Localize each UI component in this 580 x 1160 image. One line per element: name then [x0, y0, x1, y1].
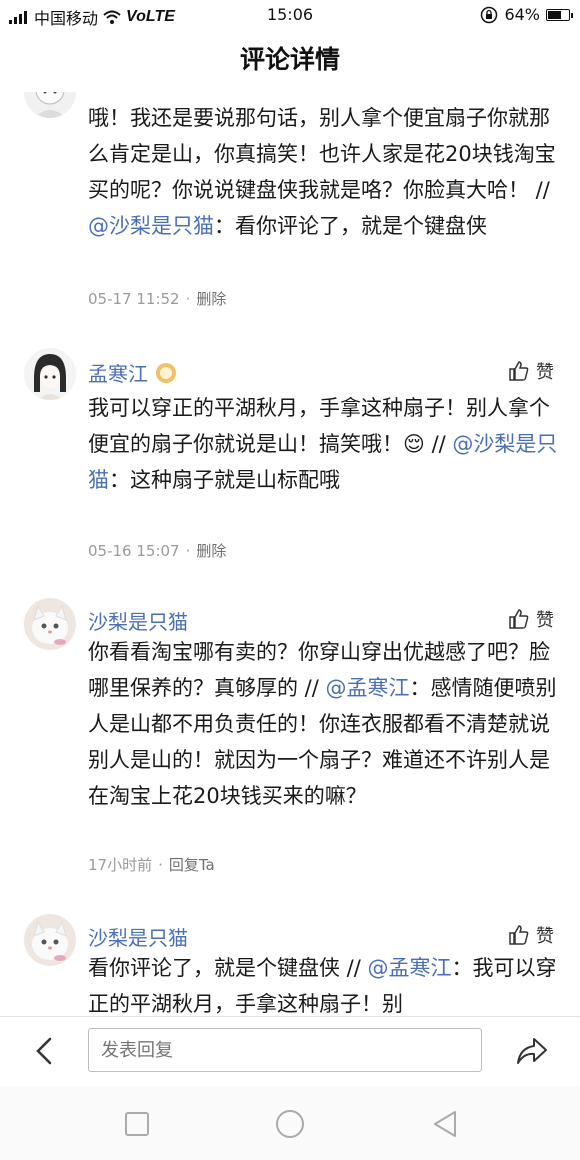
comment-author[interactable]: 孟寒江	[88, 358, 176, 387]
status-bar: 中国移动 VoLTE 15:06 64%	[0, 0, 580, 30]
reply-bar	[0, 1016, 580, 1086]
system-nav-bar	[0, 1086, 580, 1160]
battery-percent: 64%	[504, 5, 540, 24]
comment-meta: 17小时前 · 回复Ta	[88, 856, 215, 874]
page-title: 评论详情	[239, 45, 340, 74]
home-icon[interactable]	[270, 1104, 310, 1144]
delete-button[interactable]: 删除	[196, 290, 226, 308]
comment-time: 05-17 11:52	[88, 290, 180, 308]
comment-text: 哦！我还是要说那句话，别人拿个便宜扇子你就那么肯定是山，你真搞笑！也许人家是花2…	[88, 106, 556, 238]
recent-apps-icon[interactable]	[117, 1104, 157, 1144]
like-button[interactable]: 赞	[508, 358, 554, 384]
like-button[interactable]: 赞	[508, 922, 554, 948]
avatar[interactable]	[24, 92, 76, 118]
avatar[interactable]	[24, 598, 76, 650]
comment-time: 05-16 15:07	[88, 542, 180, 560]
comment-list[interactable]: 哦！我还是要说那句话，别人拿个便宜扇子你就那么肯定是山，你真搞笑！也许人家是花2…	[0, 92, 580, 1016]
thumbs-up-icon	[509, 925, 529, 945]
comment-time: 17小时前	[88, 856, 153, 874]
mention-link[interactable]: @沙梨是只猫	[88, 214, 214, 238]
comment-author[interactable]: 沙梨是只猫	[88, 922, 188, 951]
delete-button[interactable]: 删除	[196, 542, 226, 560]
back-arrow-icon[interactable]	[26, 1033, 62, 1069]
avatar[interactable]	[24, 348, 76, 400]
thumbs-up-icon	[509, 609, 529, 629]
thumbs-up-icon	[509, 361, 529, 381]
status-right: 64%	[480, 5, 573, 24]
comment-text: 你看看淘宝哪有卖的？你穿山穿出优越感了吧？脸哪里保养的？真够厚的 // @孟寒江…	[88, 640, 557, 808]
mention-link[interactable]: @孟寒江	[326, 676, 410, 700]
comment-text: 我可以穿正的平湖秋月，手拿这种扇子！别人拿个便宜的扇子你就说是山！搞笑哦！😌 /…	[88, 396, 558, 492]
comment-meta: 05-17 11:52 · 删除	[88, 290, 227, 308]
comment-author[interactable]: 沙梨是只猫	[88, 606, 188, 635]
share-icon[interactable]	[512, 1031, 552, 1071]
vip-badge-icon	[156, 362, 176, 383]
mention-link[interactable]: @孟寒江	[368, 956, 452, 980]
avatar[interactable]	[24, 914, 76, 966]
rotation-lock-icon	[481, 6, 498, 23]
like-button[interactable]: 赞	[508, 606, 554, 632]
comment-meta: 05-16 15:07 · 删除	[88, 542, 227, 560]
back-triangle-icon[interactable]	[425, 1104, 465, 1144]
battery-icon	[546, 8, 573, 21]
header: 评论详情	[0, 30, 580, 92]
reply-to-button[interactable]: 回复Ta	[169, 856, 215, 874]
reply-input[interactable]	[88, 1028, 482, 1072]
comment-text: 看你评论了，就是个键盘侠 // @孟寒江：我可以穿正的平湖秋月，手拿这种扇子！别	[88, 956, 557, 1016]
